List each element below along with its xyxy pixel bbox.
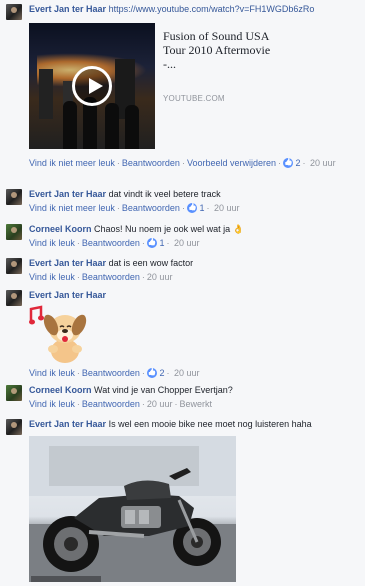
avatar[interactable] xyxy=(6,189,22,205)
dog-sticker[interactable] xyxy=(29,305,89,365)
comment-actions: Vind ik leuk·Beantwoorden· 1· 20 uur xyxy=(29,238,361,249)
like-count[interactable]: 2 xyxy=(296,158,301,168)
comment: Evert Jan ter Haar dat vindt ik veel bet… xyxy=(6,189,361,214)
reply-button[interactable]: Beantwoorden xyxy=(122,203,180,213)
timestamp[interactable]: 20 uur xyxy=(214,203,240,213)
ok-hand-emoji: 👌 xyxy=(232,224,244,234)
timestamp[interactable]: 20 uur xyxy=(147,272,173,282)
comment: Evert Jan ter Haar dat is een wow factor… xyxy=(6,258,361,283)
avatar[interactable] xyxy=(6,4,22,20)
video-thumbnail[interactable] xyxy=(29,23,155,149)
timestamp[interactable]: 20 uur xyxy=(174,238,200,248)
unlike-button[interactable]: Vind ik niet meer leuk xyxy=(29,158,115,168)
comment-text: Wat vind je van Chopper Evertjan? xyxy=(94,385,233,395)
reply-button[interactable]: Beantwoorden xyxy=(82,272,140,282)
comment: Corneel Koorn Wat vind je van Chopper Ev… xyxy=(6,385,361,410)
like-count[interactable]: 1 xyxy=(199,203,204,213)
avatar[interactable] xyxy=(6,419,22,435)
author-name[interactable]: Evert Jan ter Haar xyxy=(29,4,106,14)
like-button[interactable]: Vind ik leuk xyxy=(29,238,75,248)
reply-button[interactable]: Beantwoorden xyxy=(82,238,140,248)
thumbs-up-icon xyxy=(146,238,157,248)
comment-actions: Vind ik leuk · Beantwoorden · 20 uur · Bewerkt xyxy=(29,399,212,409)
comment-text: dat is een wow factor xyxy=(108,258,194,268)
youtube-link[interactable]: https://www.youtube.com/watch?v=FH1WGDb6… xyxy=(109,4,315,14)
comment: Corneel Koorn Chaos! Nu noem je ook wel … xyxy=(6,224,361,249)
avatar[interactable] xyxy=(6,258,22,274)
comment: Evert Jan ter Haar Is wel een mooie bike… xyxy=(6,419,361,582)
author-name[interactable]: Evert Jan ter Haar xyxy=(29,258,106,268)
reply-button[interactable]: Beantwoorden xyxy=(82,368,140,378)
preview-title[interactable]: Fusion of Sound USA Tour 2010 Aftermovie… xyxy=(163,29,279,71)
preview-domain: YOUTUBE.COM xyxy=(163,94,225,103)
like-button[interactable]: Vind ik leuk xyxy=(29,272,75,282)
comment-text: dat vindt ik veel betere track xyxy=(108,189,221,199)
avatar[interactable] xyxy=(6,385,22,401)
comment: Evert Jan ter Haar Vind ik leuk · Beantwo xyxy=(6,290,361,379)
thumbs-up-icon xyxy=(186,203,197,213)
thumbs-up-icon xyxy=(283,158,293,168)
author-name[interactable]: Evert Jan ter Haar xyxy=(29,290,106,300)
like-button[interactable]: Vind ik leuk xyxy=(29,399,75,409)
comment-actions: Vind ik niet meer leuk · Beantwoorden · Voor… xyxy=(29,158,361,169)
comment-actions: Vind ik leuk·Beantwoorden· 2· 20 uur xyxy=(29,368,361,379)
comment-actions: Vind ik niet meer leuk·Beantwoorden· 1· … xyxy=(29,203,361,214)
remove-preview-button[interactable]: Voorbeeld verwijderen xyxy=(187,158,276,168)
timestamp[interactable]: 20 uur xyxy=(147,399,173,409)
avatar[interactable] xyxy=(6,290,22,306)
comment-text: Is wel een mooie bike nee moet nog luist… xyxy=(108,419,312,429)
like-button[interactable]: Vind ik leuk xyxy=(29,368,75,378)
link-preview[interactable]: Fusion of Sound USA Tour 2010 Aftermovie… xyxy=(29,23,279,149)
comment: Evert Jan ter Haar https://www.youtube.c… xyxy=(6,4,361,169)
like-count[interactable]: 1 xyxy=(159,238,164,248)
author-name[interactable]: Corneel Koorn xyxy=(29,385,92,395)
edited-label[interactable]: Bewerkt xyxy=(179,399,212,409)
author-name[interactable]: Corneel Koorn xyxy=(29,224,92,234)
reply-button[interactable]: Beantwoorden xyxy=(122,158,180,168)
motorcycle-photo[interactable] xyxy=(29,436,236,582)
author-name[interactable]: Evert Jan ter Haar xyxy=(29,419,106,429)
thumbs-up-icon xyxy=(146,368,157,378)
author-name[interactable]: Evert Jan ter Haar xyxy=(29,189,106,199)
unlike-button[interactable]: Vind ik niet meer leuk xyxy=(29,203,115,213)
reply-button[interactable]: Beantwoorden xyxy=(82,399,140,409)
comment-text: Chaos! Nu noem je ook wel wat ja xyxy=(94,224,231,234)
timestamp[interactable]: 20 uur xyxy=(310,158,336,168)
comment-actions: Vind ik leuk · Beantwoorden · 20 uur xyxy=(29,272,173,282)
avatar[interactable] xyxy=(6,224,22,240)
play-icon[interactable] xyxy=(72,66,112,106)
like-count[interactable]: 2 xyxy=(159,368,164,378)
timestamp[interactable]: 20 uur xyxy=(174,368,200,378)
